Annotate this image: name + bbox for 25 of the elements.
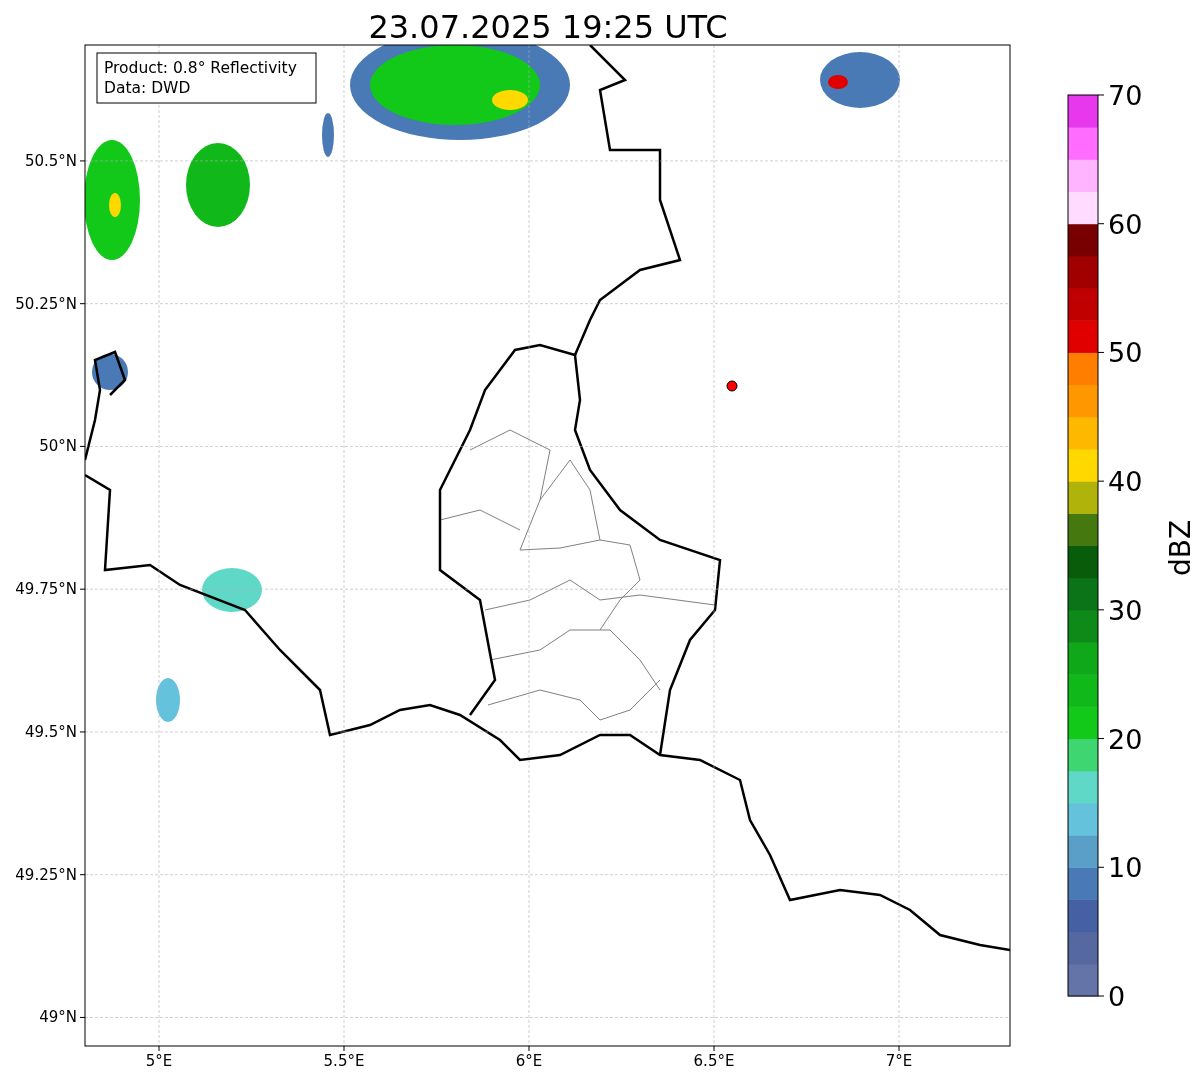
longitude-label: 7°E <box>885 1052 913 1070</box>
colorbar-tick-label: 10 <box>1108 852 1143 884</box>
latitude-label: 50°N <box>39 437 77 456</box>
colorbar-tick-label: 30 <box>1108 594 1143 626</box>
colorbar-label: dBZ <box>1164 519 1197 577</box>
colorbar-tick-label: 20 <box>1108 723 1143 755</box>
station-marker-icon <box>726 380 738 392</box>
longitude-label: 5°E <box>145 1052 173 1070</box>
latitude-label: 50.5°N <box>24 151 77 170</box>
colorbar-tick-label: 70 <box>1108 80 1143 111</box>
latitude-label: 50.25°N <box>15 294 77 313</box>
colorbar-tick-label: 0 <box>1108 981 1126 1012</box>
longitude-label: 6.5°E <box>693 1052 735 1070</box>
info-text: Product: 0.8° Reflectivity <box>104 59 297 77</box>
latitude-label: 49°N <box>39 1008 77 1027</box>
latitude-label: 49.25°N <box>15 865 77 884</box>
colorbar-tick-label: 60 <box>1108 208 1143 240</box>
chart-title: 23.07.2025 19:25 UTC <box>368 8 728 46</box>
longitude-label: 6°E <box>515 1052 543 1070</box>
longitude-label: 5.5°E <box>323 1052 365 1070</box>
latitude-label: 49.75°N <box>15 580 77 599</box>
latitude-label: 49.5°N <box>24 722 77 741</box>
info-text: Data: DWD <box>104 79 191 97</box>
colorbar-tick-label: 40 <box>1108 466 1143 498</box>
colorbar-tick-label: 50 <box>1108 337 1143 369</box>
